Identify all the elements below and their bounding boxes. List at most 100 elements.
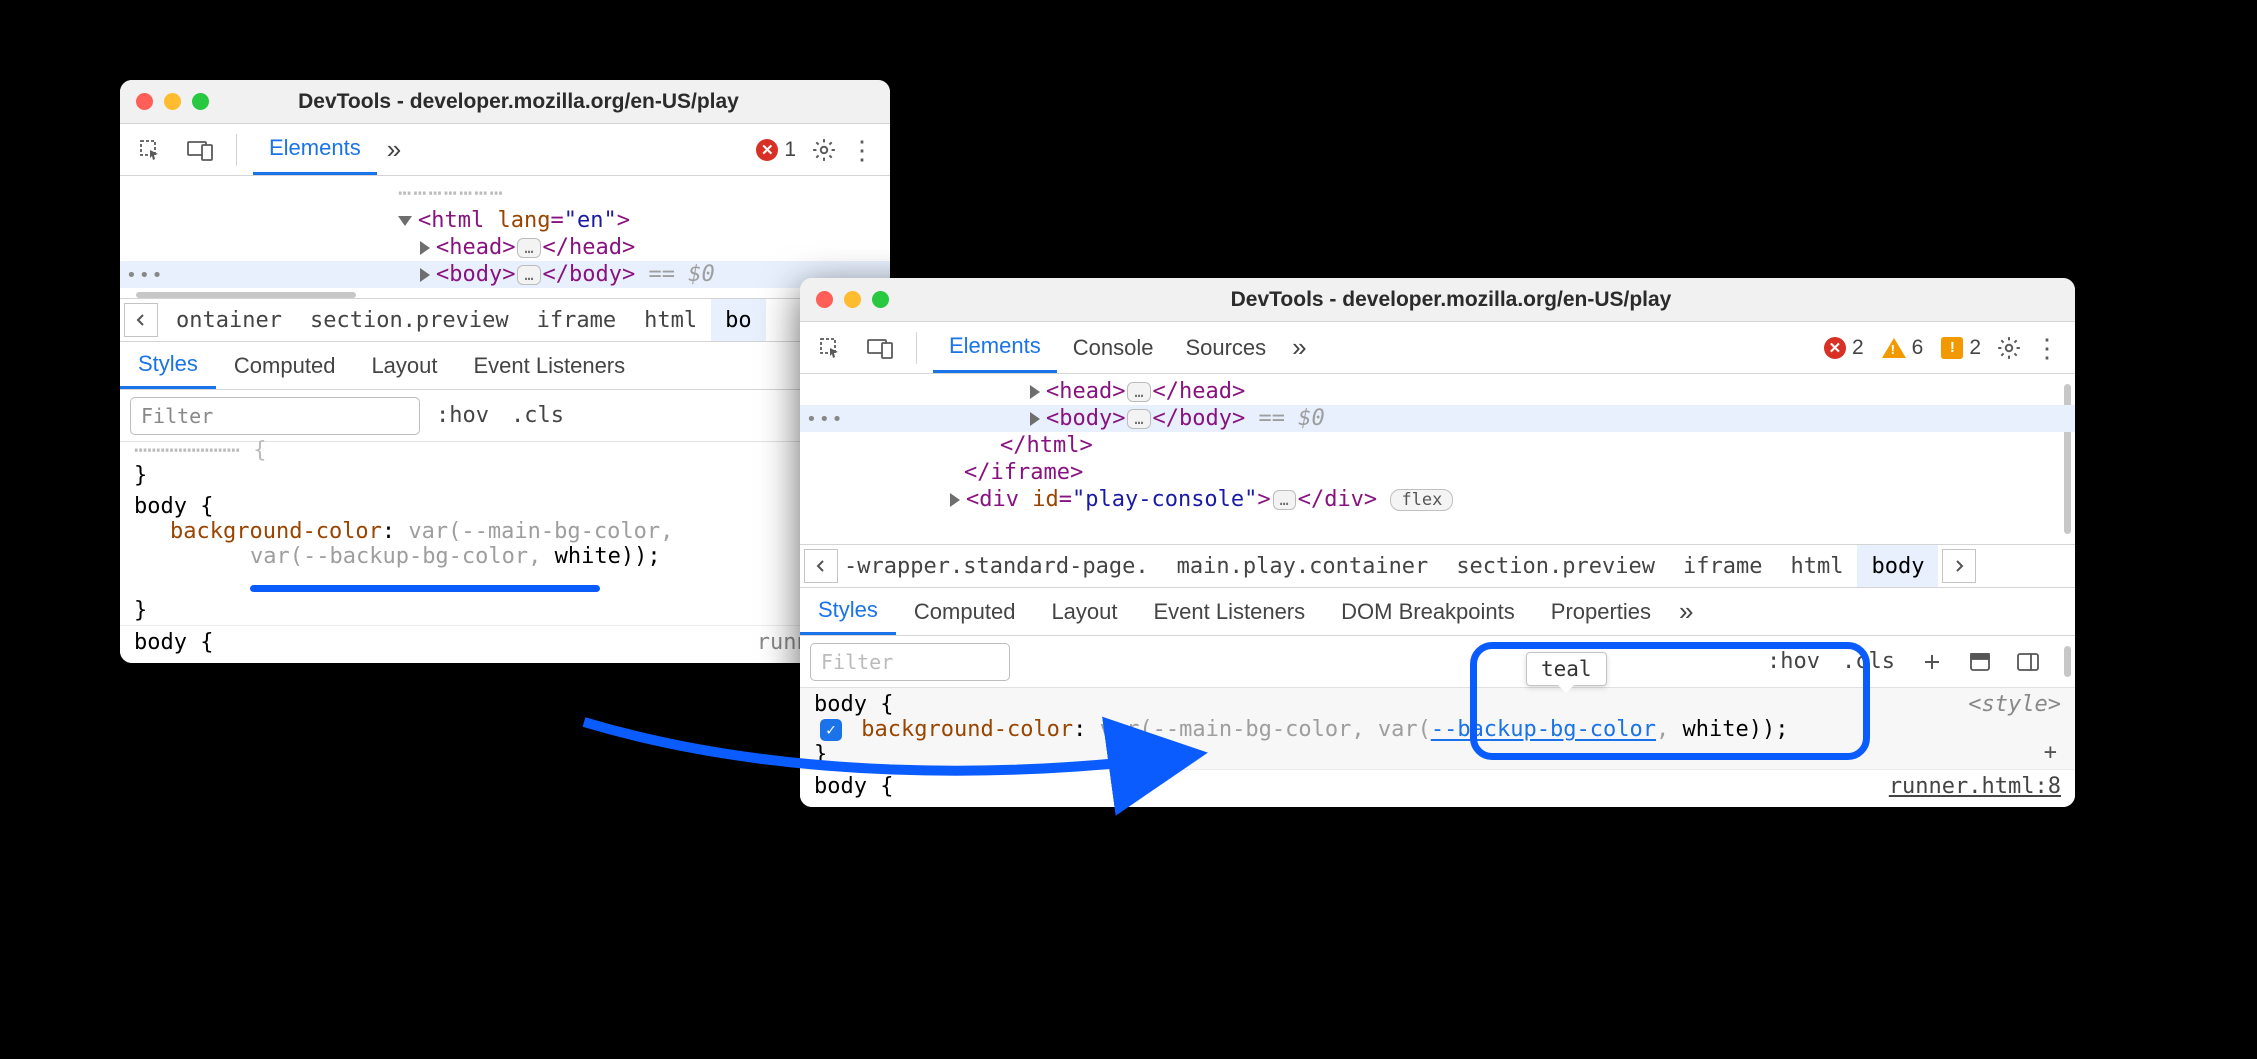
css-prop-background-color[interactable]: background-color — [170, 519, 382, 544]
error-count: 2 — [1852, 336, 1864, 360]
dom-html-open[interactable]: <html lang="en"> — [120, 207, 890, 234]
cls-toggle[interactable]: .cls — [1836, 649, 1901, 674]
rule-selector-2[interactable]: body { — [814, 774, 2061, 799]
prev-rule-trunc: ⋯⋯⋯⋯⋯⋯⋯⋯ { — [134, 438, 876, 463]
device-toolbar-icon[interactable] — [862, 330, 898, 366]
rule-body-runner[interactable]: runner.html:8 body { — [800, 770, 2075, 801]
rule-selector[interactable]: body — [134, 494, 187, 519]
inspect-icon[interactable] — [132, 132, 168, 168]
rule-selector[interactable]: body — [814, 692, 867, 717]
dom-body-selected[interactable]: ••• <body>…</body> == $0 — [800, 405, 2075, 432]
kebab-menu-icon[interactable]: ⋮ — [2029, 330, 2065, 366]
crumb-left-icon[interactable] — [804, 549, 838, 583]
issues-count: 2 — [1969, 336, 1981, 360]
minimize-window-button[interactable] — [844, 291, 861, 308]
rule-body-bg[interactable]: <st body { background-color: var(--main-… — [120, 490, 890, 626]
flex-badge[interactable]: flex — [1390, 489, 1453, 511]
settings-gear-icon[interactable] — [1991, 330, 2027, 366]
style-rules-pane[interactable]: <style> body { ✓ background-color: var(-… — [800, 688, 2075, 807]
subtab-properties[interactable]: Properties — [1533, 588, 1669, 635]
more-subtabs-icon[interactable]: » — [1669, 588, 1703, 635]
styles-filter-input[interactable]: Filter — [130, 397, 420, 435]
dom-iframe-close[interactable]: </iframe> — [800, 459, 2075, 486]
css-var-backup[interactable]: --backup-bg-color — [303, 544, 528, 569]
crumb-section-preview[interactable]: section.preview — [1442, 554, 1669, 579]
subtab-styles[interactable]: Styles — [120, 342, 216, 389]
hov-toggle[interactable]: :hov — [430, 403, 495, 428]
css-var-main[interactable]: --main-bg-color — [1153, 717, 1352, 742]
crumb-html[interactable]: html — [630, 308, 711, 333]
dom-play-console-div[interactable]: <div id="play-console">…</div> flex — [800, 486, 2075, 513]
css-var-backup-link[interactable]: --backup-bg-color — [1431, 717, 1656, 742]
inspect-icon[interactable] — [812, 330, 848, 366]
tab-elements[interactable]: Elements — [933, 322, 1057, 373]
close-window-button[interactable] — [136, 93, 153, 110]
hov-toggle[interactable]: :hov — [1761, 649, 1826, 674]
add-declaration-icon[interactable]: + — [2044, 740, 2057, 765]
style-rules-pane[interactable]: ⋯⋯⋯⋯⋯⋯⋯⋯ { } <st body { background-color… — [120, 442, 890, 663]
subtab-layout[interactable]: Layout — [1033, 588, 1135, 635]
horizontal-scrollbar[interactable] — [136, 292, 356, 298]
dom-body-selected[interactable]: ••• <body>…</body> == $0 — [120, 261, 890, 288]
css-prop-background-color[interactable]: background-color — [861, 717, 1073, 742]
traffic-lights — [136, 93, 209, 110]
maximize-window-button[interactable] — [192, 93, 209, 110]
toggle-sidebar-icon[interactable] — [2011, 645, 2045, 679]
breadcrumb-bar: -wrapper.standard-page. main.play.contai… — [800, 544, 2075, 588]
rule-origin-style[interactable]: <style> — [1968, 692, 2061, 717]
crumb-container[interactable]: ontainer — [162, 308, 296, 333]
computed-panel-icon[interactable] — [1963, 645, 1997, 679]
more-tabs-icon[interactable]: » — [1282, 322, 1316, 373]
error-badge[interactable]: ✕ 2 — [1816, 336, 1872, 360]
kebab-menu-icon[interactable]: ⋮ — [844, 132, 880, 168]
css-var-main[interactable]: --main-bg-color — [461, 519, 660, 544]
minimize-window-button[interactable] — [164, 93, 181, 110]
dom-head[interactable]: <head>…</head> — [120, 234, 890, 261]
issues-badge[interactable]: ! 2 — [1933, 336, 1989, 360]
subtab-dom-breakpoints[interactable]: DOM Breakpoints — [1323, 588, 1533, 635]
crumb-body[interactable]: bo — [711, 299, 766, 341]
settings-gear-icon[interactable] — [806, 132, 842, 168]
dom-html-close[interactable]: </html> — [800, 432, 2075, 459]
subtab-event-listeners[interactable]: Event Listeners — [456, 342, 644, 389]
dom-tree[interactable]: <head>…</head> ••• <body>…</body> == $0 … — [800, 374, 2075, 544]
error-icon: ✕ — [1824, 337, 1846, 359]
error-count: 1 — [784, 138, 796, 162]
crumb-body[interactable]: body — [1857, 545, 1938, 587]
dom-head[interactable]: <head>…</head> — [800, 378, 2075, 405]
rule-body-runner[interactable]: runner.ht body { — [120, 626, 890, 657]
device-toolbar-icon[interactable] — [182, 132, 218, 168]
crumb-wrapper[interactable]: -wrapper.standard-page. — [842, 554, 1163, 579]
tab-console[interactable]: Console — [1057, 322, 1170, 373]
declaration-checkbox[interactable]: ✓ — [820, 719, 842, 741]
tab-elements[interactable]: Elements — [253, 124, 377, 175]
tab-sources[interactable]: Sources — [1169, 322, 1282, 373]
crumb-iframe[interactable]: iframe — [523, 308, 630, 333]
gutter-dots-icon: ••• — [126, 265, 165, 286]
crumb-html[interactable]: html — [1776, 554, 1857, 579]
subtab-computed[interactable]: Computed — [216, 342, 354, 389]
crumb-right-icon[interactable] — [1942, 549, 1976, 583]
warning-badge[interactable]: 6 — [1874, 336, 1932, 360]
vertical-scrollbar[interactable] — [2064, 646, 2071, 677]
subtab-event-listeners[interactable]: Event Listeners — [1136, 588, 1324, 635]
dom-tree[interactable]: ⋯⋯⋯⋯⋯⋯⋯ <html lang="en"> <head>…</head> … — [120, 176, 890, 298]
more-tabs-icon[interactable]: » — [377, 124, 411, 175]
new-style-rule-icon[interactable] — [1915, 645, 1949, 679]
crumb-iframe[interactable]: iframe — [1669, 554, 1776, 579]
annotation-underline — [250, 585, 600, 592]
styles-filter-input[interactable]: Filter — [810, 643, 1010, 681]
titlebar: DevTools - developer.mozilla.org/en-US/p… — [800, 278, 2075, 322]
subtab-styles[interactable]: Styles — [800, 588, 896, 635]
rule-body-bg[interactable]: <style> body { ✓ background-color: var(-… — [800, 688, 2075, 770]
crumb-left-icon[interactable] — [124, 303, 158, 337]
error-badge[interactable]: ✕ 1 — [748, 138, 804, 162]
close-window-button[interactable] — [816, 291, 833, 308]
subtab-layout[interactable]: Layout — [353, 342, 455, 389]
rule-source-link[interactable]: runner.html:8 — [1889, 774, 2061, 799]
subtab-computed[interactable]: Computed — [896, 588, 1034, 635]
crumb-section-preview[interactable]: section.preview — [296, 308, 523, 333]
cls-toggle[interactable]: .cls — [505, 403, 570, 428]
maximize-window-button[interactable] — [872, 291, 889, 308]
crumb-main-play-container[interactable]: main.play.container — [1163, 554, 1443, 579]
